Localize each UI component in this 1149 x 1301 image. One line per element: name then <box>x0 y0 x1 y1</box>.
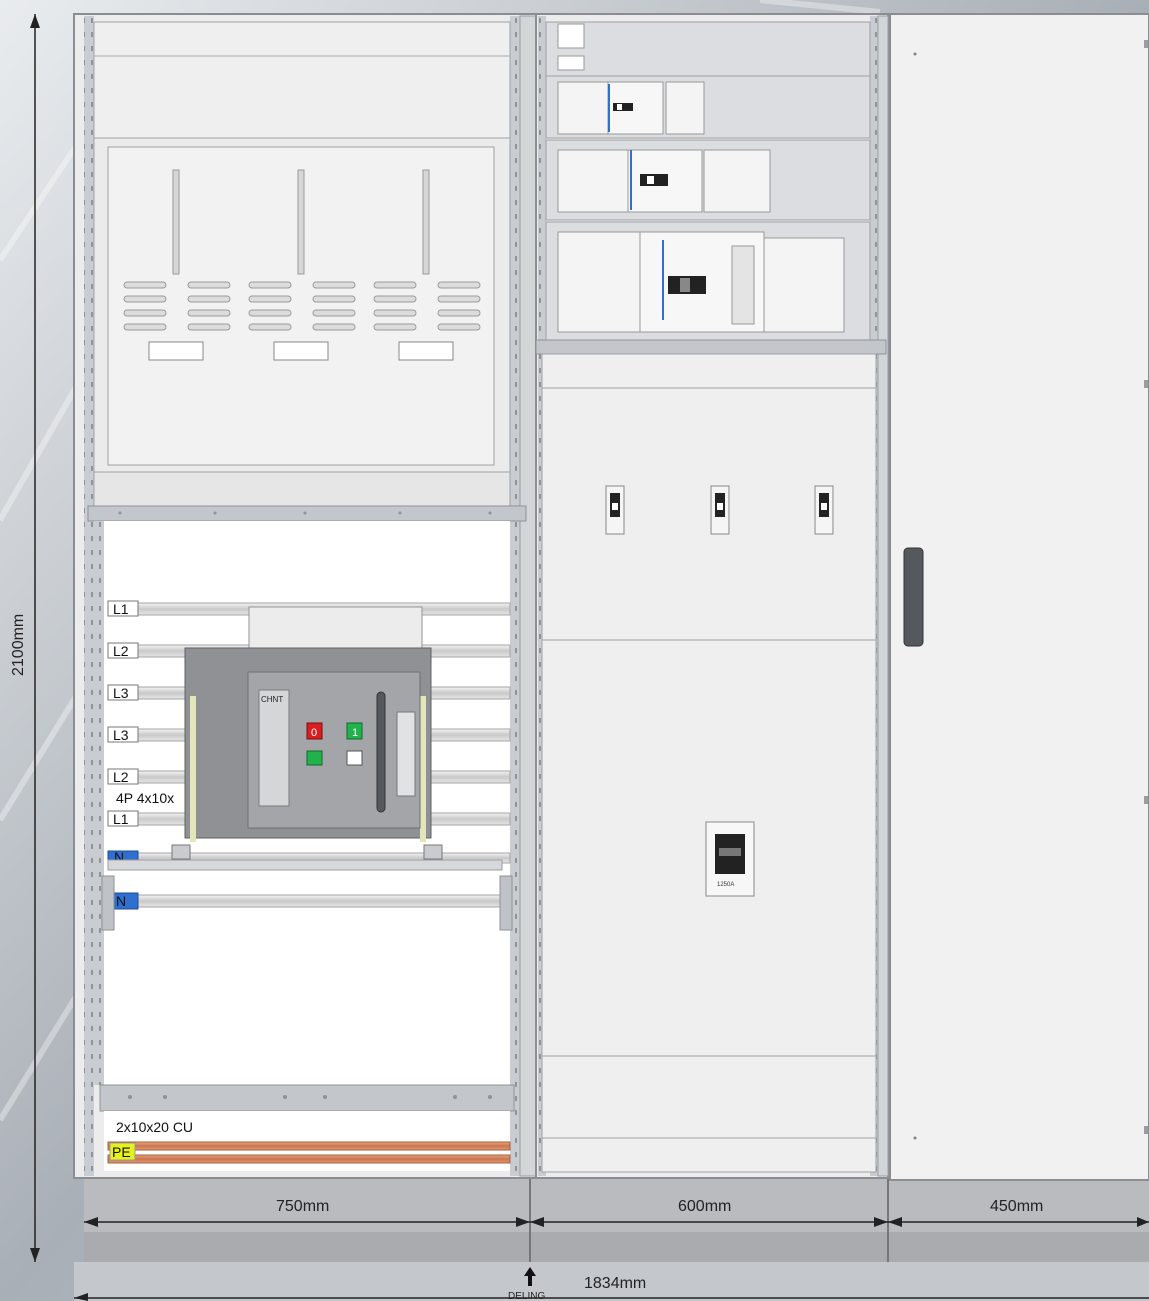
total-width: 1834mm <box>584 1275 646 1292</box>
section-1-right-rail <box>510 16 520 1176</box>
bottom-plate-1 <box>541 1055 877 1139</box>
divider-plate-1 <box>93 471 511 507</box>
acb-off-label: 0 <box>311 727 317 739</box>
switchboard-front-view: 2100mm L1 L2 L3 L3 L2 L1 N N 4P 4x10x CH… <box>0 0 1149 1301</box>
section-2-cross-rail <box>535 339 887 355</box>
outgoing-top-plate <box>545 21 871 77</box>
acb-on-label: 1 <box>352 727 358 739</box>
mccb-large <box>557 231 845 333</box>
pe-busbar-spec: 2x10x20 CU <box>116 1119 193 1135</box>
acb-nameplate <box>258 689 290 807</box>
door-handle[interactable] <box>903 547 924 647</box>
width-section-1: 750mm <box>276 1198 329 1215</box>
tag-l2: L2 <box>113 643 129 659</box>
section-1-left-rail <box>84 16 94 1176</box>
bottom-plate-2 <box>541 1137 877 1173</box>
plinth-band <box>84 1232 1149 1262</box>
pe-busbar-1 <box>107 1141 511 1151</box>
mccb-rating: 1250A <box>717 882 734 888</box>
tag-l1: L1 <box>113 601 129 617</box>
mccb-medium <box>557 149 771 213</box>
tag-pe: PE <box>112 1144 131 1160</box>
cross-rail-upper <box>87 505 527 522</box>
tag-l3: L3 <box>113 685 129 701</box>
split-marker: DELING <box>508 1291 545 1301</box>
mccb-small <box>557 81 705 135</box>
height-label: 2100mm <box>10 614 27 676</box>
acb-brand: CHNT <box>261 695 283 704</box>
section-3-door <box>889 13 1149 1181</box>
busbar-n <box>137 894 511 908</box>
acb-status-indicator <box>306 750 323 766</box>
tag-l1-lower: L1 <box>113 811 129 827</box>
main-busbar-spec: 4P 4x10x <box>116 790 174 806</box>
acb-charging-handle[interactable] <box>376 691 386 813</box>
acb-counter-window <box>396 711 416 797</box>
width-section-2: 600mm <box>678 1198 731 1215</box>
tag-l3-lower: L3 <box>113 727 129 743</box>
tag-l2-lower: L2 <box>113 769 129 785</box>
cross-rail-lower <box>99 1084 515 1112</box>
top-blank-plate <box>93 21 511 139</box>
neutral-support-bracket <box>107 859 503 871</box>
acb-spring-indicator <box>346 750 363 766</box>
pe-busbar-2 <box>107 1154 511 1164</box>
tag-n: N <box>116 893 126 909</box>
mccb-1250a: 1250A <box>705 821 755 897</box>
width-section-3: 450mm <box>990 1198 1043 1215</box>
